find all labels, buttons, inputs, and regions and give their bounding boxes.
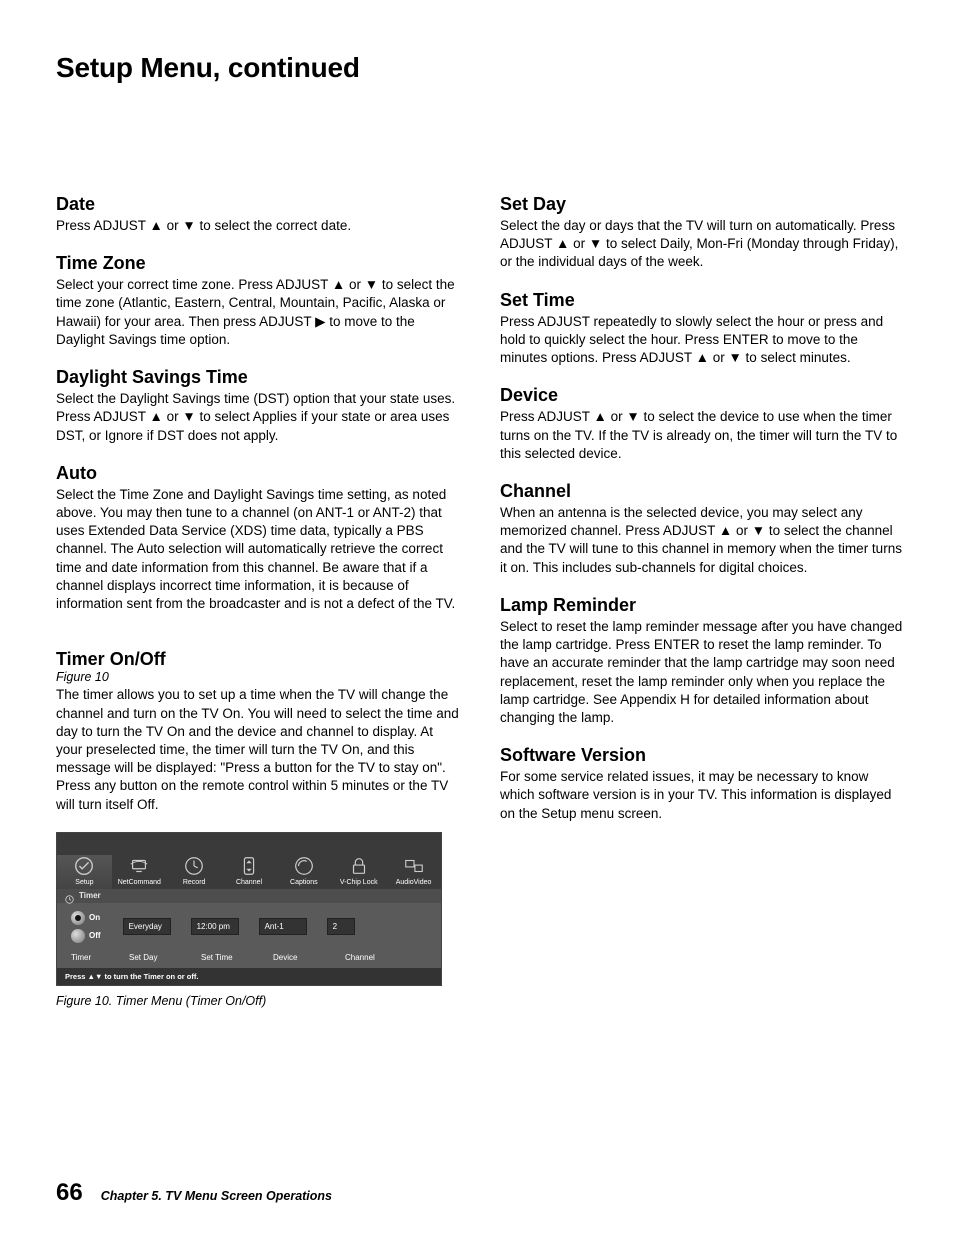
section-software: Software Version For some service relate… (500, 745, 904, 823)
left-column: Date Press ADJUST ▲ or ▼ to select the c… (56, 194, 460, 1008)
figure-caption: Figure 10. Timer Menu (Timer On/Off) (56, 994, 460, 1008)
para-auto: Select the Time Zone and Daylight Saving… (56, 486, 460, 614)
radio-icon (71, 911, 85, 925)
record-icon (183, 855, 205, 877)
tab-record[interactable]: Record (167, 855, 222, 889)
field-setday[interactable]: Everyday (123, 918, 171, 935)
tab-label: V-Chip Lock (340, 879, 378, 886)
figure-ref: Figure 10 (56, 670, 460, 684)
section-channel: Channel When an antenna is the selected … (500, 481, 904, 577)
tab-label: Record (183, 879, 206, 886)
para-date: Press ADJUST ▲ or ▼ to select the correc… (56, 217, 460, 235)
col-label-timer: Timer (63, 953, 129, 962)
lock-icon (348, 855, 370, 877)
audiovideo-icon (403, 855, 425, 877)
section-date: Date Press ADJUST ▲ or ▼ to select the c… (56, 194, 460, 235)
captions-icon (293, 855, 315, 877)
radio-off[interactable]: Off (71, 929, 101, 943)
section-setday: Set Day Select the day or days that the … (500, 194, 904, 272)
section-settime: Set Time Press ADJUST repeatedly to slow… (500, 290, 904, 368)
para-channel: When an antenna is the selected device, … (500, 504, 904, 577)
heading-setday: Set Day (500, 194, 904, 215)
channel-icon (238, 855, 260, 877)
tab-audiovideo[interactable]: AudioVideo (386, 855, 441, 889)
chapter-label: Chapter 5. TV Menu Screen Operations (101, 1189, 332, 1203)
radio-on-label: On (89, 913, 100, 922)
section-dst: Daylight Savings Time Select the Dayligh… (56, 367, 460, 445)
netcommand-icon (128, 855, 150, 877)
section-lamp: Lamp Reminder Select to reset the lamp r… (500, 595, 904, 727)
section-device: Device Press ADJUST ▲ or ▼ to select the… (500, 385, 904, 463)
col-label-setday: Set Day (129, 953, 201, 962)
heading-timezone: Time Zone (56, 253, 460, 274)
tab-setup[interactable]: Setup (57, 855, 112, 889)
tab-label: Channel (236, 879, 262, 886)
heading-date: Date (56, 194, 460, 215)
para-timezone: Select your correct time zone. Press ADJ… (56, 276, 460, 349)
heading-dst: Daylight Savings Time (56, 367, 460, 388)
field-settime[interactable]: 12:00 pm (191, 918, 239, 935)
field-device[interactable]: Ant-1 (259, 918, 307, 935)
heading-channel: Channel (500, 481, 904, 502)
field-channel[interactable]: 2 (327, 918, 355, 935)
heading-settime: Set Time (500, 290, 904, 311)
section-timer: Timer On/Off Figure 10 The timer allows … (56, 649, 460, 814)
col-label-device: Device (273, 953, 345, 962)
setup-icon (73, 855, 95, 877)
para-settime: Press ADJUST repeatedly to slowly select… (500, 313, 904, 368)
section-auto: Auto Select the Time Zone and Daylight S… (56, 463, 460, 614)
tab-label: NetCommand (118, 879, 161, 886)
radio-on[interactable]: On (71, 911, 101, 925)
heading-timer: Timer On/Off (56, 649, 460, 670)
menu-tabs: Setup NetCommand Record (57, 833, 441, 889)
page-footer: 66 Chapter 5. TV Menu Screen Operations (56, 1179, 332, 1207)
right-column: Set Day Select the day or days that the … (500, 194, 904, 1008)
tab-channel[interactable]: Channel (222, 855, 277, 889)
radio-off-label: Off (89, 931, 101, 940)
para-software: For some service related issues, it may … (500, 768, 904, 823)
section-timezone: Time Zone Select your correct time zone.… (56, 253, 460, 349)
heading-auto: Auto (56, 463, 460, 484)
para-setday: Select the day or days that the TV will … (500, 217, 904, 272)
para-dst: Select the Daylight Savings time (DST) o… (56, 390, 460, 445)
tab-netcommand[interactable]: NetCommand (112, 855, 167, 889)
heading-device: Device (500, 385, 904, 406)
figure-body: On Off Everyday 12:00 pm Ant-1 2 (57, 903, 441, 968)
submenu-label: Timer (79, 891, 101, 900)
column-labels: Timer Set Day Set Time Device Channel (63, 953, 435, 962)
hint-bar: Press ▲▼ to turn the Timer on or off. (57, 968, 441, 985)
tab-vchip[interactable]: V-Chip Lock (331, 855, 386, 889)
tab-label: AudioVideo (396, 879, 432, 886)
heading-lamp: Lamp Reminder (500, 595, 904, 616)
tab-captions[interactable]: Captions (276, 855, 331, 889)
tab-label: Captions (290, 879, 318, 886)
figure-timer-menu: Setup NetCommand Record (56, 832, 442, 986)
col-label-channel: Channel (345, 953, 375, 962)
page-title: Setup Menu, continued (56, 52, 904, 84)
para-timer: The timer allows you to set up a time wh… (56, 686, 460, 814)
clock-icon (65, 891, 74, 900)
para-lamp: Select to reset the lamp reminder messag… (500, 618, 904, 727)
tab-label: Setup (75, 879, 93, 886)
radio-icon (71, 929, 85, 943)
page-number: 66 (56, 1179, 83, 1207)
col-label-settime: Set Time (201, 953, 273, 962)
para-device: Press ADJUST ▲ or ▼ to select the device… (500, 408, 904, 463)
heading-software: Software Version (500, 745, 904, 766)
submenu-timer: Timer (57, 889, 441, 903)
